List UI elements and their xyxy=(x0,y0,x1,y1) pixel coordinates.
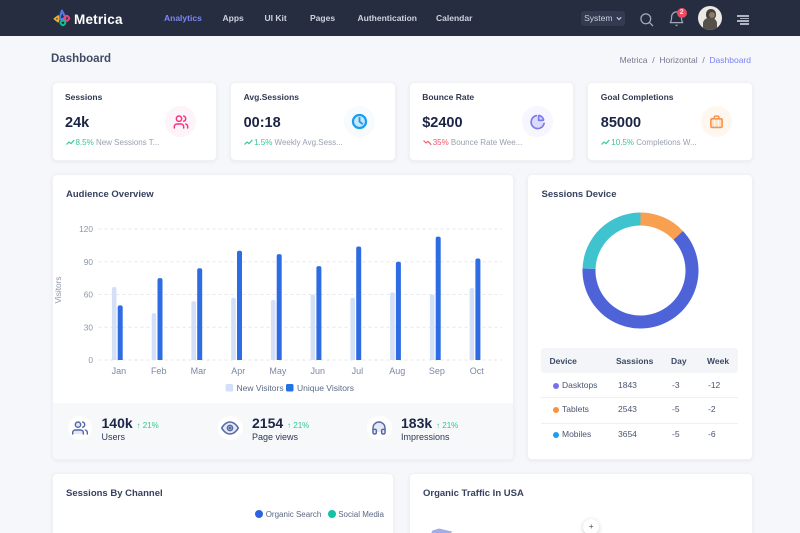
svg-text:Oct: Oct xyxy=(469,366,484,376)
svg-text:0: 0 xyxy=(88,355,93,365)
svg-text:60: 60 xyxy=(83,290,93,300)
svg-text:Aug: Aug xyxy=(389,366,405,376)
svg-text:May: May xyxy=(269,366,287,376)
svg-text:120: 120 xyxy=(79,224,93,234)
svg-text:30: 30 xyxy=(83,322,93,332)
svg-text:Visitors: Visitors xyxy=(53,276,63,303)
svg-text:Feb: Feb xyxy=(150,366,166,376)
svg-text:New Visitors: New Visitors xyxy=(236,383,283,393)
svg-text:Jan: Jan xyxy=(111,366,126,376)
svg-text:Jul: Jul xyxy=(351,366,363,376)
svg-text:Jun: Jun xyxy=(310,366,325,376)
svg-text:Mar: Mar xyxy=(190,366,206,376)
svg-text:Sep: Sep xyxy=(428,366,444,376)
svg-text:90: 90 xyxy=(83,257,93,267)
svg-text:Apr: Apr xyxy=(231,366,245,376)
svg-text:Unique Visitors: Unique Visitors xyxy=(297,383,354,393)
